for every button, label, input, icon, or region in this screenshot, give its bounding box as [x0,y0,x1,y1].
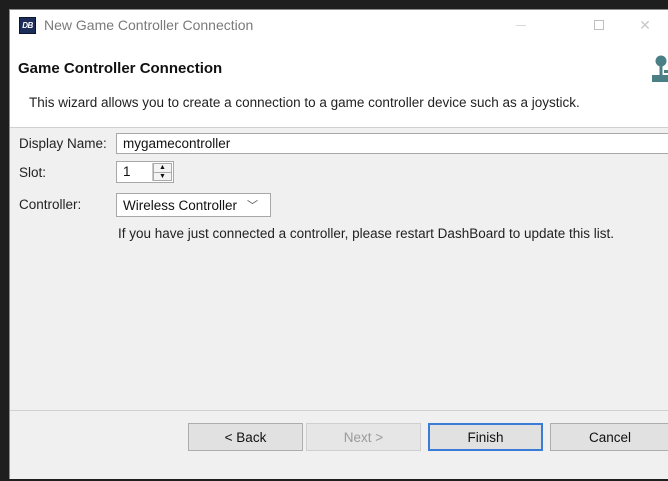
slot-spinner[interactable]: 1 ▲ ▼ [116,161,174,183]
page-title: Game Controller Connection [18,60,223,77]
spin-up-icon[interactable]: ▲ [153,163,172,173]
close-icon: ✕ [639,16,651,33]
display-name-field[interactable] [116,133,668,154]
wizard-dialog: DB New Game Controller Connection ✕ Game… [9,9,668,479]
finish-button[interactable]: Finish [428,423,543,451]
slot-label: Slot: [19,165,47,180]
controller-hint: If you have just connected a controller,… [118,226,615,241]
controller-select[interactable]: Wireless Controller ﹀ [116,193,271,217]
wizard-button-bar: < Back Next > Finish Cancel [10,411,668,481]
minimize-icon [516,24,526,26]
minimize-button[interactable] [498,10,544,40]
slot-value[interactable]: 1 [117,162,151,182]
spin-down-icon[interactable]: ▼ [153,172,172,181]
controller-label: Controller: [19,197,82,212]
cancel-button[interactable]: Cancel [550,423,668,451]
joystick-icon [652,55,668,82]
app-logo-icon: DB [19,16,36,34]
connection-form: Display Name: Slot: 1 ▲ ▼ Controller: Wi… [10,128,668,411]
close-button[interactable]: ✕ [622,10,668,40]
window-title: New Game Controller Connection [44,17,254,33]
maximize-button[interactable] [576,10,622,40]
next-button[interactable]: Next > [306,423,421,451]
title-bar[interactable]: DB New Game Controller Connection ✕ [10,10,668,40]
back-button[interactable]: < Back [188,423,303,451]
maximize-icon [594,20,604,30]
wizard-banner: Game Controller Connection This wizard a… [10,40,668,128]
slot-spinner-buttons: ▲ ▼ [152,163,172,181]
chevron-down-icon: ﹀ [247,200,259,212]
controller-selected-value: Wireless Controller [123,197,238,213]
display-name-label: Display Name: [19,136,107,151]
page-description: This wizard allows you to create a conne… [29,95,580,110]
